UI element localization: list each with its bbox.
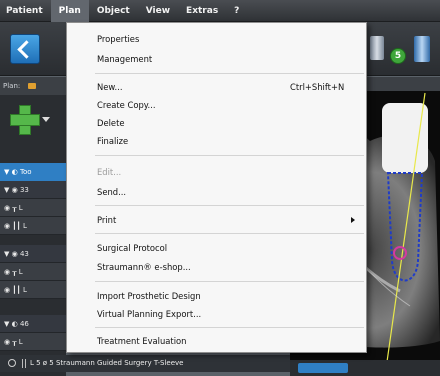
menu-item-edit[interactable]: Edit... (68, 164, 365, 181)
menu-item-management[interactable]: Management (68, 51, 365, 68)
tree-row-tooth-46[interactable]: ▼ ◐ 46 (0, 315, 66, 333)
menu-divider (95, 281, 364, 282)
menu-extras[interactable]: Extras (178, 0, 226, 22)
sleeve-icon (22, 358, 26, 368)
tree-row[interactable]: ◉ ┰ L (0, 199, 66, 217)
menu-plan[interactable]: Plan (50, 0, 89, 22)
menu-item-print[interactable]: Print (68, 212, 365, 229)
menu-view[interactable]: View (138, 0, 178, 22)
menu-divider (95, 73, 364, 74)
menu-item-label: Finalize (97, 136, 129, 146)
menu-item-import-prosthetic[interactable]: Import Prosthetic Design (68, 288, 365, 305)
crown-shape (382, 103, 428, 173)
menu-divider (95, 327, 364, 328)
menu-help[interactable]: ? (226, 0, 247, 22)
menu-item-send[interactable]: Send... (68, 184, 365, 201)
chevron-right-icon (351, 217, 355, 223)
viewer-footer (290, 360, 440, 376)
tree-row[interactable]: ◉ ┃┃ L (0, 281, 66, 299)
shortcut-label: Ctrl+Shift+N (290, 82, 345, 92)
menu-divider (95, 155, 364, 156)
implant-blue-icon[interactable] (414, 36, 430, 62)
tree-row[interactable]: ◉ ┃┃ L (0, 217, 66, 235)
radio-icon[interactable] (8, 359, 16, 367)
tree-row-tooth-33[interactable]: ▼ ◉ 33 (0, 181, 66, 199)
menu-divider (95, 233, 364, 234)
list-item-label: L 5 ø 5 Straumann Guided Surgery T-Sleev… (30, 359, 184, 367)
menu-item-label: Import Prosthetic Design (97, 291, 201, 301)
menu-item-label: New... (97, 82, 123, 92)
plan-menu-dropdown: Properties Management New... Ctrl+Shift+… (66, 22, 367, 353)
menu-item-treatment-evaluation[interactable]: Treatment Evaluation (68, 333, 365, 350)
tree-row[interactable]: ◉ ┰ L (0, 333, 66, 351)
tree-row-tooth-43[interactable]: ▼ ◉ 43 (0, 245, 66, 263)
menu-bar: Patient Plan Object View Extras ? (0, 0, 440, 22)
menu-item-surgical-protocol[interactable]: Surgical Protocol (68, 240, 365, 257)
menu-item-label: Print (97, 215, 117, 225)
menu-item-label: Create Copy... (97, 100, 156, 110)
menu-item-finalize[interactable]: Finalize (68, 133, 365, 150)
menu-patient[interactable]: Patient (0, 0, 51, 22)
menu-item-label: Treatment Evaluation (97, 336, 187, 346)
menu-item-new[interactable]: New... Ctrl+Shift+N (68, 79, 365, 96)
menu-item-label: Edit... (97, 167, 122, 177)
chevron-down-icon[interactable] (42, 117, 50, 122)
step-badge: 5 (390, 48, 406, 64)
add-icon[interactable] (10, 105, 40, 135)
menu-item-label: Straumann® e-shop... (97, 262, 191, 272)
menu-item-eshop[interactable]: Straumann® e-shop... (68, 259, 365, 276)
back-button[interactable] (10, 34, 40, 64)
list-item[interactable]: L 5 ø 5 Straumann Guided Surgery T-Sleev… (0, 355, 290, 372)
menu-item-label: Properties (97, 34, 140, 44)
menu-item-label: Surgical Protocol (97, 243, 168, 253)
viewer-tab[interactable] (298, 363, 348, 373)
menu-item-delete[interactable]: Delete (68, 115, 365, 132)
menu-item-label: Management (97, 54, 153, 64)
menu-item-virtual-planning-export[interactable]: Virtual Planning Export... (68, 306, 365, 323)
menu-item-label: Send... (97, 187, 127, 197)
menu-item-properties[interactable]: Properties (68, 31, 365, 48)
tree-row[interactable]: ◉ ┰ L (0, 263, 66, 281)
implant-icon[interactable] (370, 36, 384, 60)
plan-label-text: Plan: (3, 82, 21, 90)
menu-item-label: Virtual Planning Export... (97, 309, 202, 319)
tree-header[interactable]: ▼ ◐ Too (0, 163, 66, 181)
menu-item-label: Delete (97, 118, 125, 128)
menu-item-create-copy[interactable]: Create Copy... (68, 97, 365, 114)
menu-object[interactable]: Object (89, 0, 138, 22)
menu-divider (95, 205, 364, 206)
plan-panel: Plan: ▼ ◐ Too ▼ ◉ 33 ◉ ┰ L ◉ ┃┃ L ▼ ◉ 43… (0, 77, 66, 376)
plan-color-chip (28, 83, 36, 89)
